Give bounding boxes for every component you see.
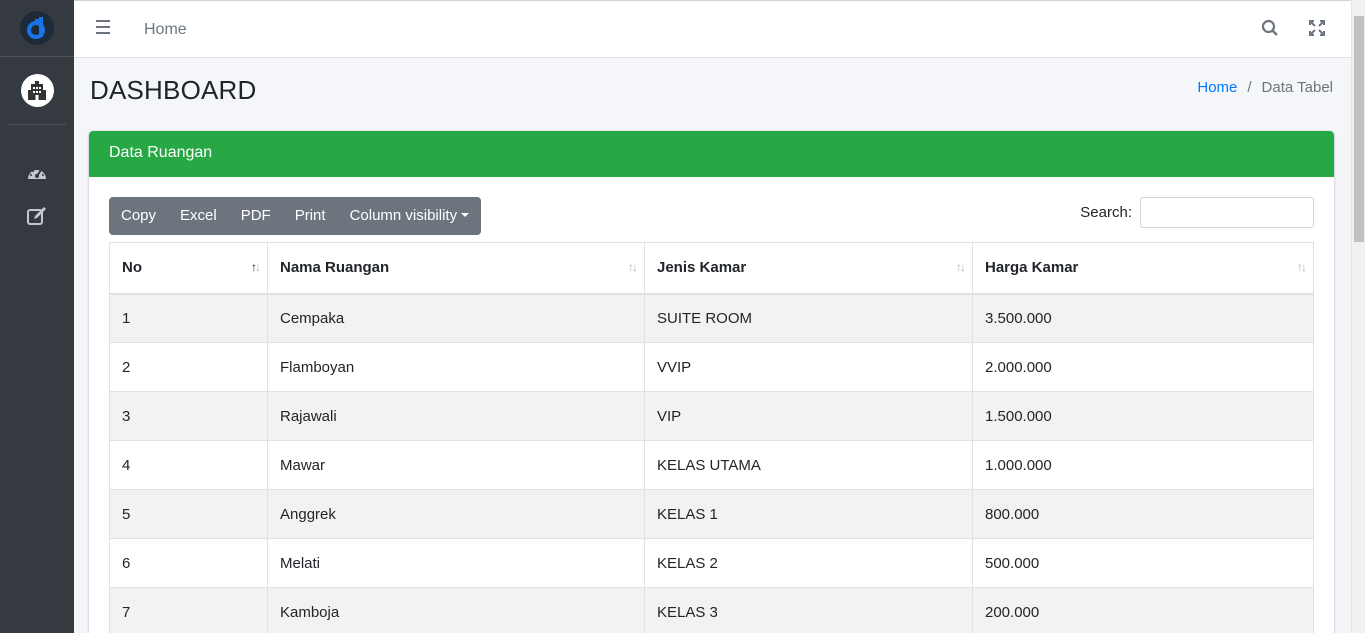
brand[interactable] xyxy=(0,0,74,57)
card-title: Data Ruangan xyxy=(89,131,1334,177)
sort-asc-icon: ↑↓ xyxy=(251,260,261,274)
user-panel xyxy=(8,57,66,125)
cell-harga-kamar: 1.500.000 xyxy=(972,391,1314,441)
column-header-label: Nama Ruangan xyxy=(280,259,390,277)
cell-jenis-kamar: KELAS 2 xyxy=(644,538,973,588)
table-row[interactable]: 5 Anggrek KELAS 1 800.000 xyxy=(109,489,1314,539)
cell-no: 4 xyxy=(109,440,268,490)
cell-harga-kamar: 2.000.000 xyxy=(972,342,1314,392)
sidebar xyxy=(0,0,74,633)
column-header-label: Jenis Kamar xyxy=(657,259,747,277)
cell-nama-ruangan: Rajawali xyxy=(267,391,645,441)
column-header-label: No xyxy=(122,259,142,277)
top-navbar: Home xyxy=(74,0,1351,58)
sort-icon: ↑↓ xyxy=(1297,260,1307,274)
copy-button[interactable]: Copy xyxy=(109,197,168,235)
data-card: Data Ruangan Copy Excel PDF Print Column… xyxy=(89,131,1334,633)
column-visibility-button[interactable]: Column visibility xyxy=(338,197,482,235)
cell-jenis-kamar: SUITE ROOM xyxy=(644,293,973,343)
sort-icon: ↑↓ xyxy=(956,260,966,274)
cell-harga-kamar: 3.500.000 xyxy=(972,293,1314,343)
column-header-nama-ruangan[interactable]: Nama Ruangan ↑↓ xyxy=(267,242,645,295)
export-button-group: Copy Excel PDF Print Column visibility xyxy=(109,197,482,235)
column-header-jenis-kamar[interactable]: Jenis Kamar ↑↓ xyxy=(644,242,973,295)
breadcrumb-separator: / xyxy=(1247,79,1252,96)
cell-nama-ruangan: Kamboja xyxy=(267,587,645,633)
cell-jenis-kamar: KELAS 1 xyxy=(644,489,973,539)
edit-form-icon xyxy=(27,206,46,225)
sidebar-item-dashboard[interactable] xyxy=(0,151,74,194)
cell-harga-kamar: 200.000 xyxy=(972,587,1314,633)
cell-no: 2 xyxy=(109,342,268,392)
page-title: DASHBOARD xyxy=(90,75,257,105)
table-search: Search: xyxy=(1080,197,1314,228)
cell-nama-ruangan: Flamboyan xyxy=(267,342,645,392)
navbar-home-link[interactable]: Home xyxy=(144,21,187,39)
fullscreen-icon[interactable] xyxy=(1309,20,1325,41)
cell-nama-ruangan: Cempaka xyxy=(267,293,645,343)
column-visibility-label: Column visibility xyxy=(349,207,458,224)
cell-harga-kamar: 1.000.000 xyxy=(972,440,1314,490)
cell-nama-ruangan: Melati xyxy=(267,538,645,588)
hospital-building-icon[interactable] xyxy=(20,74,54,107)
breadcrumb-home[interactable]: Home xyxy=(1197,79,1237,96)
table-row[interactable]: 1 Cempaka SUITE ROOM 3.500.000 xyxy=(109,293,1314,343)
table-row[interactable]: 2 Flamboyan VVIP 2.000.000 xyxy=(109,342,1314,392)
cell-jenis-kamar: VIP xyxy=(644,391,973,441)
breadcrumb-current: Data Tabel xyxy=(1261,79,1333,96)
cell-no: 1 xyxy=(109,293,268,343)
column-header-no[interactable]: No ↑↓ xyxy=(109,242,268,295)
cell-harga-kamar: 800.000 xyxy=(972,489,1314,539)
cell-nama-ruangan: Mawar xyxy=(267,440,645,490)
dashboard-gauge-icon xyxy=(28,167,46,179)
column-header-label: Harga Kamar xyxy=(985,259,1079,277)
sort-icon: ↑↓ xyxy=(628,260,638,274)
scrollbar-thumb[interactable] xyxy=(1354,16,1364,242)
cell-no: 3 xyxy=(109,391,268,441)
cell-jenis-kamar: VVIP xyxy=(644,342,973,392)
cell-nama-ruangan: Anggrek xyxy=(267,489,645,539)
table-row[interactable]: 6 Melati KELAS 2 500.000 xyxy=(109,538,1314,588)
excel-button[interactable]: Excel xyxy=(168,197,229,235)
breadcrumb: Home / Data Tabel xyxy=(1197,79,1333,96)
page-scrollbar[interactable] xyxy=(1351,0,1365,633)
sidebar-nav xyxy=(0,151,74,237)
cell-jenis-kamar: KELAS 3 xyxy=(644,587,973,633)
search-input[interactable] xyxy=(1140,197,1314,228)
caret-down-icon xyxy=(461,213,470,217)
pdf-button[interactable]: PDF xyxy=(229,197,283,235)
cell-jenis-kamar: KELAS UTAMA xyxy=(644,440,973,490)
data-table: No ↑↓ Nama Ruangan ↑↓ Jenis Kamar ↑↓ Harga … xyxy=(109,242,1314,633)
column-header-harga-kamar[interactable]: Harga Kamar ↑↓ xyxy=(972,242,1314,295)
cell-no: 5 xyxy=(109,489,268,539)
table-row[interactable]: 7 Kamboja KELAS 3 200.000 xyxy=(109,587,1314,633)
print-button[interactable]: Print xyxy=(283,197,338,235)
table-header-row: No ↑↓ Nama Ruangan ↑↓ Jenis Kamar ↑↓ Harga … xyxy=(109,242,1314,295)
menu-icon[interactable] xyxy=(96,20,112,38)
search-label: Search: xyxy=(1080,204,1132,221)
cell-no: 7 xyxy=(109,587,268,633)
sidebar-item-edit[interactable] xyxy=(0,194,74,237)
search-icon[interactable] xyxy=(1261,19,1279,42)
app-logo-icon[interactable] xyxy=(20,11,54,45)
table-row[interactable]: 4 Mawar KELAS UTAMA 1.000.000 xyxy=(109,440,1314,490)
cell-no: 6 xyxy=(109,538,268,588)
table-row[interactable]: 3 Rajawali VIP 1.500.000 xyxy=(109,391,1314,441)
cell-harga-kamar: 500.000 xyxy=(972,538,1314,588)
